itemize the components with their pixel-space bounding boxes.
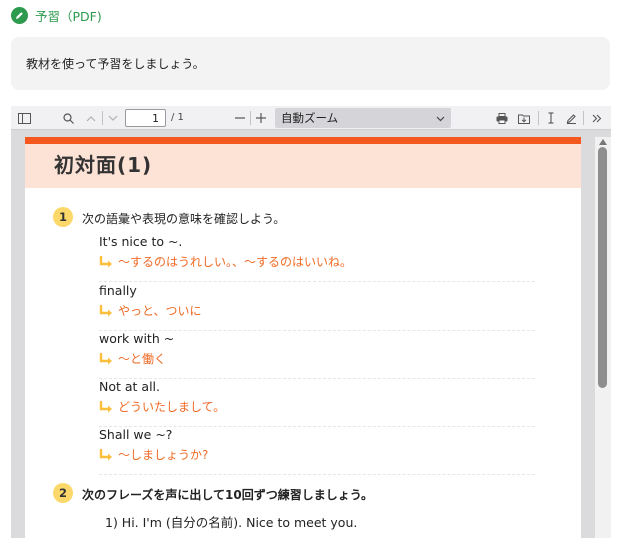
zoom-in-icon[interactable] bbox=[254, 106, 268, 130]
question-1-text: 次の語彙や表現の意味を確認しよう。 bbox=[82, 212, 286, 226]
scrollbar-thumb[interactable] bbox=[598, 147, 607, 388]
scroll-up-icon[interactable] bbox=[598, 138, 608, 146]
list-item: work with ~ ～と働く bbox=[99, 331, 535, 379]
meaning-jp: ～しましょうか? bbox=[99, 446, 208, 463]
toolbar-divider bbox=[250, 111, 251, 125]
instruction-box: 教材を使って予習をしましょう。 bbox=[11, 37, 610, 90]
question-number-1: 1 bbox=[53, 207, 73, 227]
page-number-input[interactable] bbox=[125, 109, 166, 127]
list-item: finally やっと、ついに bbox=[99, 283, 535, 331]
toolbar-divider bbox=[538, 111, 539, 125]
arrow-return-icon bbox=[99, 400, 112, 412]
download-icon[interactable] bbox=[516, 106, 532, 130]
toolbar-divider bbox=[583, 111, 584, 125]
expression-en: work with ~ bbox=[99, 331, 175, 346]
list-item: Not at all. どういたしまして。 bbox=[99, 379, 535, 427]
list-item: It's nice to ~. ～するのはうれしい。、～するのはいいね。 bbox=[99, 234, 535, 282]
question-number-2: 2 bbox=[53, 483, 73, 503]
expression-en: Shall we ~? bbox=[99, 427, 173, 442]
page-top-bar bbox=[25, 137, 581, 144]
meaning-jp: ～するのはうれしい。、～するのはいいね。 bbox=[99, 253, 352, 270]
practice-line-1: 1) Hi. I'm (自分の名前). Nice to meet you. bbox=[105, 515, 358, 530]
question-2-text: 次のフレーズを声に出して10回ずつ練習しましょう。 bbox=[82, 488, 374, 502]
previous-page-icon[interactable] bbox=[83, 106, 99, 130]
pdf-page: 初対面(1) 1 次の語彙や表現の意味を確認しよう。 It's nice to … bbox=[25, 137, 581, 538]
pdf-toolbar: / 1 自動ズーム bbox=[11, 106, 611, 130]
next-page-icon[interactable] bbox=[105, 106, 121, 130]
sidebar-toggle-icon[interactable] bbox=[15, 106, 33, 130]
zoom-select[interactable]: 自動ズーム bbox=[275, 108, 451, 128]
section-header: 予習（PDF) bbox=[11, 5, 102, 25]
expression-en: Not at all. bbox=[99, 379, 160, 394]
instruction-text: 教材を使って予習をしましょう。 bbox=[26, 57, 205, 71]
page-total-label: / 1 bbox=[171, 112, 184, 123]
meaning-text: ～しましょうか? bbox=[118, 448, 209, 462]
list-item: Shall we ~? ～しましょうか? bbox=[99, 427, 535, 475]
page-title: 初対面(1) bbox=[54, 153, 153, 177]
chevron-down-icon bbox=[436, 108, 445, 128]
zoom-out-icon[interactable] bbox=[233, 106, 247, 130]
toolbar-divider bbox=[102, 111, 103, 125]
expression-en: finally bbox=[99, 283, 137, 298]
meaning-text: ～するのはうれしい。、～するのはいいね。 bbox=[118, 255, 353, 269]
print-icon[interactable] bbox=[494, 106, 510, 130]
arrow-return-icon bbox=[99, 448, 112, 460]
arrow-return-icon bbox=[99, 304, 112, 316]
meaning-text: ～と働く bbox=[118, 352, 167, 366]
pencil-icon bbox=[11, 6, 28, 24]
meaning-jp: やっと、ついに bbox=[99, 302, 202, 319]
pdf-viewer: / 1 自動ズーム bbox=[11, 106, 611, 538]
arrow-return-icon bbox=[99, 352, 112, 364]
meaning-jp: どういたしまして。 bbox=[99, 398, 225, 415]
expression-en: It's nice to ~. bbox=[99, 234, 183, 249]
section-title: 予習（PDF) bbox=[35, 8, 102, 24]
meaning-text: やっと、ついに bbox=[118, 304, 202, 318]
more-tools-icon[interactable] bbox=[589, 106, 605, 130]
text-cursor-icon[interactable] bbox=[543, 106, 559, 130]
meaning-text: どういたしまして。 bbox=[118, 400, 226, 414]
search-icon[interactable] bbox=[59, 106, 77, 130]
pen-icon[interactable] bbox=[563, 106, 579, 130]
zoom-value: 自動ズーム bbox=[281, 111, 339, 125]
arrow-return-icon bbox=[99, 255, 112, 267]
meaning-jp: ～と働く bbox=[99, 350, 166, 367]
